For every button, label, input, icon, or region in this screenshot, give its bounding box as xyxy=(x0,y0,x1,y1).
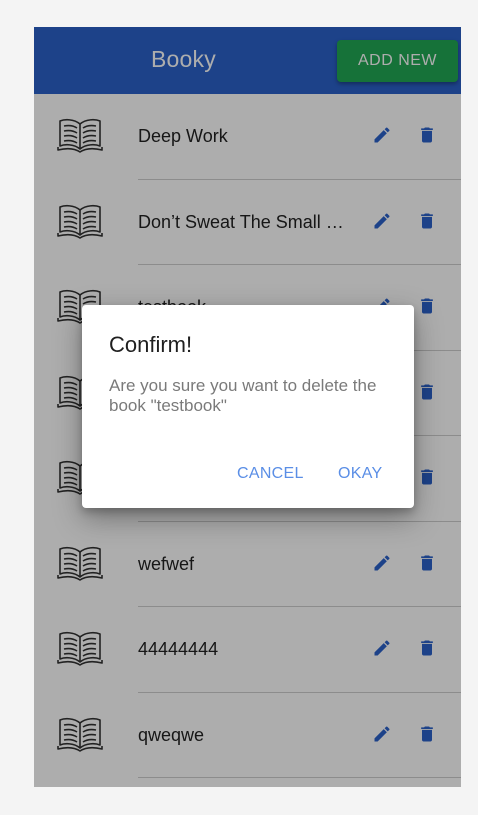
dialog-title: Confirm! xyxy=(109,332,193,357)
dialog-message: Are you sure you want to delete the book… xyxy=(109,376,377,415)
okay-button[interactable]: OKAY xyxy=(338,465,382,483)
cancel-button[interactable]: CANCEL xyxy=(237,465,304,483)
confirm-dialog: Confirm! Are you sure you want to delete… xyxy=(82,305,414,508)
